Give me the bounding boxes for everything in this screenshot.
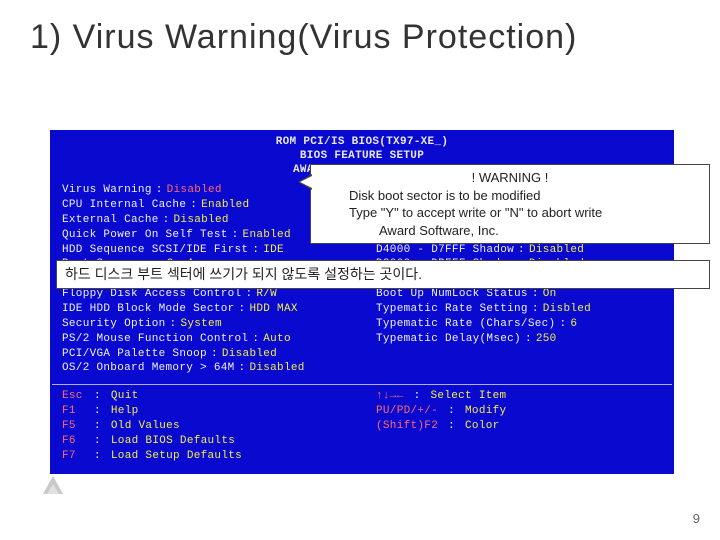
footer-key: F6: [62, 434, 84, 449]
bios-setting-row: PCI/VGA Palette Snoop:Disabled: [62, 347, 348, 362]
bios-setting-row: Typematic Delay(Msec):250: [376, 332, 662, 347]
footer-key: (Shift)F2: [376, 419, 438, 434]
setting-label: PS/2 Mouse Function Control: [62, 332, 248, 347]
bios-setting-row: Security Option:System: [62, 317, 348, 332]
footer-desc: Color: [465, 419, 500, 434]
footer-key: ↑↓→←: [376, 389, 404, 404]
footer-row: F1:Help: [62, 404, 348, 419]
bios-setting-row: PS/2 Mouse Function Control:Auto: [62, 332, 348, 347]
setting-label: Typematic Delay(Msec): [376, 332, 521, 347]
footer-desc: Help: [111, 404, 139, 419]
footer-key: PU/PD/+/-: [376, 404, 438, 419]
footer-row: Esc:Quit: [62, 389, 348, 404]
setting-label: Typematic Rate Setting: [376, 302, 528, 317]
warning-line1: Disk boot sector is to be modified: [319, 187, 701, 205]
slide-title: 1) Virus Warning(Virus Protection): [30, 18, 577, 57]
footer-row: F6:Load BIOS Defaults: [62, 434, 348, 449]
bios-setting-row: Typematic Rate (Chars/Sec):6: [376, 317, 662, 332]
description-callout: 하드 디스크 부트 섹터에 쓰기가 되지 않도록 설정하는 곳이다.: [56, 260, 710, 289]
setting-value: Enabled: [201, 198, 249, 213]
footer-row: F7:Load Setup Defaults: [62, 449, 348, 464]
footer-desc: Load BIOS Defaults: [111, 434, 235, 449]
setting-label: Typematic Rate (Chars/Sec): [376, 317, 555, 332]
setting-label: D4000 - D7FFF Shadow: [376, 243, 514, 258]
bios-setting-row: Floppy Disk Access Control:R/W: [62, 287, 348, 302]
footer-row: F5:Old Values: [62, 419, 348, 434]
setting-label: CPU Internal Cache: [62, 198, 186, 213]
bios-setting-row: D4000 - D7FFF Shadow:Disabled: [376, 243, 662, 258]
divider-icon: [52, 384, 672, 385]
setting-value: Disabled: [222, 347, 277, 362]
setting-value: Enabled: [243, 228, 291, 243]
bios-setting-row: HDD Sequence SCSI/IDE First:IDE: [62, 243, 348, 258]
setting-label: IDE HDD Block Mode Sector: [62, 302, 235, 317]
footer-desc: Load Setup Defaults: [111, 449, 242, 464]
setting-value: On: [543, 287, 557, 302]
pointer-icon: [300, 176, 312, 188]
setting-value: System: [180, 317, 221, 332]
bios-setting-row: Quick Power On Self Test:Enabled: [62, 228, 348, 243]
footer-desc: Quit: [111, 389, 139, 404]
setting-value: Disabled: [174, 213, 229, 228]
setting-value: HDD MAX: [249, 302, 297, 317]
setting-value: 250: [536, 332, 557, 347]
footer-key: F7: [62, 449, 84, 464]
setting-label: Floppy Disk Access Control: [62, 287, 241, 302]
bios-setting-row: Boot Up NumLock Status:On: [376, 287, 662, 302]
bios-header-line: BIOS FEATURE SETUP: [52, 150, 672, 164]
bios-setting-row: CPU Internal Cache:Enabled: [62, 198, 348, 213]
logo-icon: [40, 474, 66, 498]
footer-right: ↑↓→←:Select ItemPU/PD/+/-:Modify(Shift)F…: [376, 389, 662, 463]
footer-desc: Modify: [465, 404, 506, 419]
bios-footer: Esc:QuitF1:HelpF5:Old ValuesF6:Load BIOS…: [52, 389, 672, 469]
setting-label: OS/2 Onboard Memory > 64M: [62, 361, 235, 376]
setting-value: Disabled: [529, 243, 584, 258]
setting-value: 6: [570, 317, 577, 332]
setting-value: Disbled: [543, 302, 591, 317]
setting-value: Disabled: [249, 361, 304, 376]
warning-footer: Award Software, Inc.: [319, 222, 701, 240]
slide: 1) Virus Warning(Virus Protection) ROM P…: [0, 0, 720, 540]
page-number: 9: [693, 511, 700, 526]
bios-header-line: ROM PCI/IS BIOS(TX97-XE_): [52, 136, 672, 150]
footer-key: F5: [62, 419, 84, 434]
setting-label: Security Option: [62, 317, 166, 332]
setting-label: Boot Up NumLock Status: [376, 287, 528, 302]
setting-value: R/W: [256, 287, 277, 302]
footer-row: (Shift)F2:Color: [376, 419, 662, 434]
setting-label: Virus Warning: [62, 183, 152, 198]
setting-label: HDD Sequence SCSI/IDE First: [62, 243, 248, 258]
footer-desc: Old Values: [111, 419, 180, 434]
warning-callout: ! WARNING ! Disk boot sector is to be mo…: [310, 164, 710, 244]
warning-line2: Type "Y" to accept write or "N" to abort…: [319, 204, 701, 222]
setting-value: Auto: [263, 332, 291, 347]
footer-row: ↑↓→←:Select Item: [376, 389, 662, 404]
footer-key: Esc: [62, 389, 84, 404]
footer-key: F1: [62, 404, 84, 419]
footer-row: PU/PD/+/-:Modify: [376, 404, 662, 419]
footer-left: Esc:QuitF1:HelpF5:Old ValuesF6:Load BIOS…: [62, 389, 348, 463]
setting-label: Quick Power On Self Test: [62, 228, 228, 243]
setting-value: IDE: [263, 243, 284, 258]
setting-label: External Cache: [62, 213, 159, 228]
warning-title: ! WARNING !: [319, 169, 701, 187]
bios-setting-row: OS/2 Onboard Memory > 64M:Disabled: [62, 361, 348, 376]
bios-setting-row: Typematic Rate Setting:Disbled: [376, 302, 662, 317]
setting-label: PCI/VGA Palette Snoop: [62, 347, 207, 362]
footer-desc: Select Item: [431, 389, 507, 404]
bios-setting-row: IDE HDD Block Mode Sector:HDD MAX: [62, 302, 348, 317]
setting-value: Disabled: [167, 183, 222, 198]
bios-setting-row: External Cache:Disabled: [62, 213, 348, 228]
